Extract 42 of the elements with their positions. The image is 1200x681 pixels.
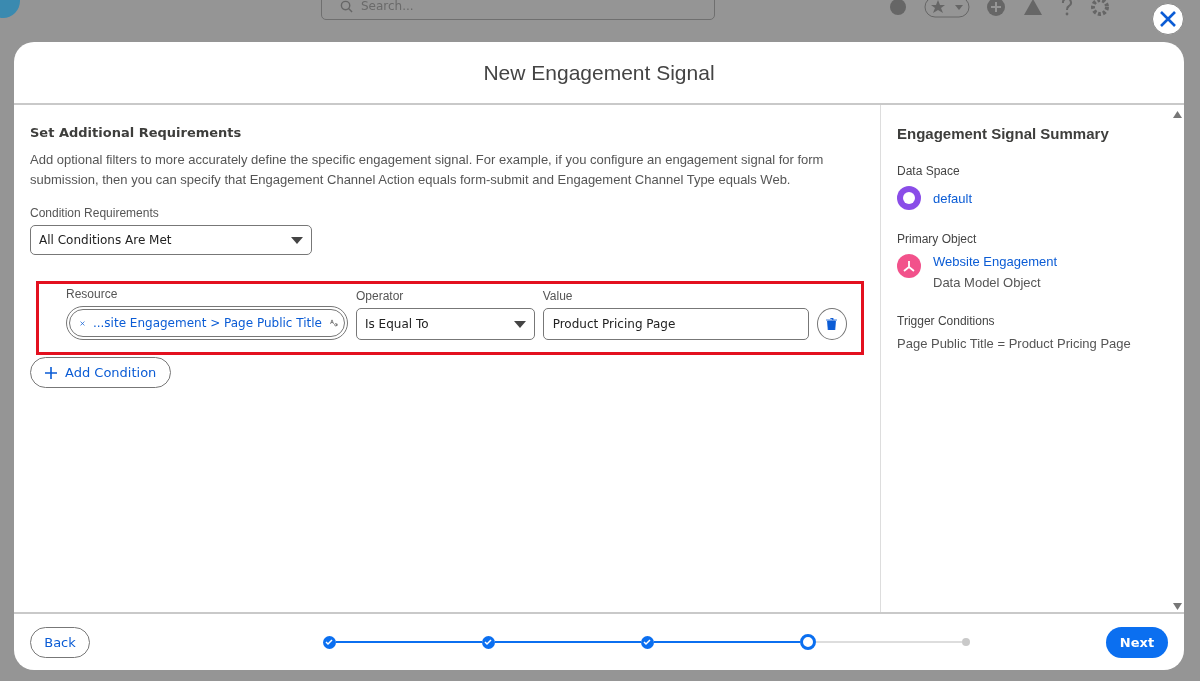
close-button[interactable]	[1152, 3, 1184, 35]
operator-select[interactable]: Is Equal To	[356, 308, 535, 340]
field-label: Value	[542, 289, 574, 303]
trigger-condition: Page Public Title = Product Pricing Page	[897, 336, 1132, 351]
summary-label: Trigger Conditions	[897, 314, 996, 328]
caret-icon	[513, 320, 526, 328]
next-button[interactable]: Next	[1106, 626, 1168, 658]
summary-label: Primary Object	[897, 232, 978, 246]
back-button[interactable]: Back	[30, 626, 90, 658]
ring-icon	[897, 186, 921, 210]
resource-path: ...site Engagement > Page Public Title	[92, 316, 322, 330]
search-icon	[340, 0, 353, 13]
progress-step[interactable]	[640, 635, 654, 649]
section-description: Add optional filters to more accurately define the specific engagement signal. For example, if you configure an engagement signal for form submission, then you can specify that Engagement Channel Action equals form-submit and Engagement Channel Type equals Web.	[30, 151, 825, 189]
close-icon	[1158, 9, 1178, 29]
value-input[interactable]: Product Pricing Page	[542, 308, 809, 340]
field-label: Resource	[66, 287, 119, 301]
object-type: Data Model Object	[933, 275, 1042, 290]
plus-icon	[45, 366, 57, 379]
check-icon	[484, 638, 492, 646]
summary-label: Data Space	[897, 164, 961, 178]
primary-object-link[interactable]: Website Engagement	[933, 254, 1058, 269]
condition-requirements-select[interactable]: All Conditions Are Met	[30, 225, 312, 255]
object-icon	[897, 254, 921, 278]
check-icon	[643, 638, 651, 646]
caret-icon	[291, 236, 303, 244]
modal-title: New Engagement Signal	[483, 60, 715, 85]
scroll-up-icon[interactable]	[1173, 111, 1182, 118]
delete-button[interactable]	[816, 308, 847, 340]
check-icon	[325, 638, 333, 646]
field-label: Condition Requirements	[30, 206, 160, 220]
star-icon[interactable]	[924, 0, 970, 18]
add-condition-button[interactable]: Add Condition	[30, 357, 172, 388]
data-space-link[interactable]: default	[933, 190, 973, 206]
trash-icon	[826, 318, 838, 330]
field-label: Operator	[356, 289, 405, 303]
section-title: Set Additional Requirements	[30, 125, 243, 140]
summary-title: Engagement Signal Summary	[897, 125, 1110, 142]
scroll-down-icon[interactable]	[1173, 603, 1182, 610]
progress-step[interactable]	[322, 635, 336, 649]
progress-step[interactable]	[799, 634, 816, 650]
progress-step[interactable]	[481, 635, 495, 649]
